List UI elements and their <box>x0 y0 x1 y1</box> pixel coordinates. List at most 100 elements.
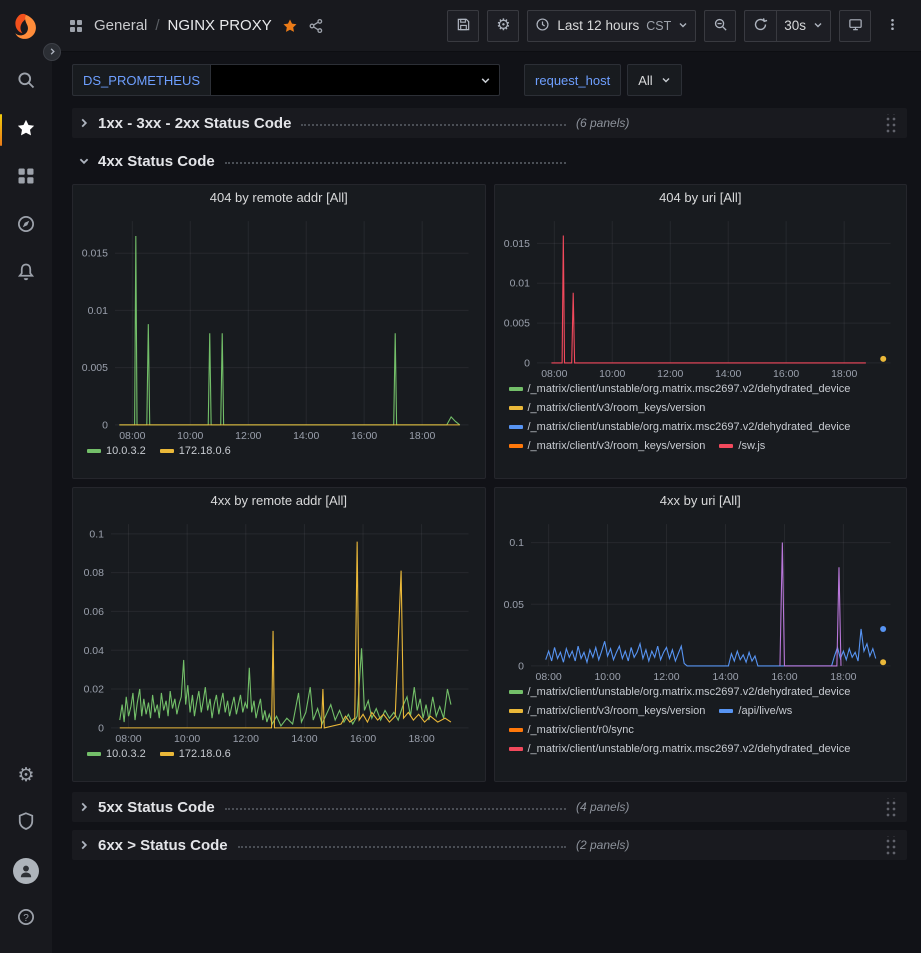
row-title-wrap: 4xx Status Code <box>98 153 576 170</box>
panel-4xx-by-uri: 4xx by uri [All] 00.050.108:0010:0012:00… <box>494 487 908 782</box>
row-title-wrap: 5xx Status Code <box>98 799 576 816</box>
sidebar-item-alerting[interactable] <box>6 250 46 298</box>
variable-label-ds-prometheus: DS_PROMETHEUS <box>72 64 210 96</box>
legend-item[interactable]: 10.0.3.2 <box>87 748 146 760</box>
legend-item[interactable]: /_matrix/client/v3/room_keys/version <box>509 440 706 452</box>
chevron-right-icon <box>78 117 98 129</box>
row-drag-handle[interactable] <box>884 114 897 133</box>
legend-series-label: 10.0.3.2 <box>106 445 146 457</box>
svg-text:0.015: 0.015 <box>82 249 108 260</box>
svg-text:12:00: 12:00 <box>657 369 683 380</box>
dashboards-breadcrumb-icon[interactable] <box>68 18 84 34</box>
topnav-actions: ⚙ Last 12 hours CST <box>447 10 905 42</box>
row-6xx[interactable]: 6xx > Status Code (2 panels) <box>72 830 907 860</box>
save-dashboard-button[interactable] <box>447 10 479 42</box>
svg-text:16:00: 16:00 <box>351 431 377 442</box>
legend-item[interactable]: /_matrix/client/unstable/org.matrix.msc2… <box>509 686 851 698</box>
dashboard-settings-button[interactable]: ⚙ <box>487 10 519 42</box>
breadcrumb-section[interactable]: General <box>94 17 147 34</box>
refresh-button[interactable] <box>744 10 776 42</box>
svg-text:12:00: 12:00 <box>233 734 259 745</box>
sidebar-item-server-admin[interactable] <box>6 799 46 847</box>
row-title-wrap: 1xx - 3xx - 2xx Status Code <box>98 115 576 132</box>
legend-series-marker <box>160 449 174 453</box>
legend-series-marker <box>509 747 523 751</box>
row-title: 1xx - 3xx - 2xx Status Code <box>98 115 291 132</box>
panel-title[interactable]: 404 by uri [All] <box>495 185 907 211</box>
legend-series-label: /_matrix/client/r0/sync <box>528 724 634 736</box>
row-title-wrap: 6xx > Status Code <box>98 837 576 854</box>
time-series-plot[interactable]: 00.0050.010.01508:0010:0012:0014:0016:00… <box>73 211 485 443</box>
dashboard-title[interactable]: NGINX PROXY <box>168 17 272 34</box>
legend-item[interactable]: 172.18.0.6 <box>160 748 231 760</box>
svg-text:08:00: 08:00 <box>541 369 567 380</box>
svg-text:10:00: 10:00 <box>594 672 620 683</box>
sidebar: ⚙ ? <box>0 0 52 953</box>
sidebar-item-configuration[interactable]: ⚙ <box>6 751 46 799</box>
panel-title[interactable]: 4xx by uri [All] <box>495 488 907 514</box>
sidebar-item-search[interactable] <box>6 58 46 106</box>
legend-item[interactable]: 172.18.0.6 <box>160 445 231 457</box>
svg-text:0.005: 0.005 <box>503 319 529 330</box>
breadcrumb-separator: / <box>155 17 159 34</box>
row-4xx[interactable]: 4xx Status Code <box>72 146 907 176</box>
legend-series-label: /_matrix/client/unstable/org.matrix.msc2… <box>528 421 851 433</box>
refresh-interval-select[interactable]: 30s <box>776 10 831 42</box>
legend-item[interactable]: 10.0.3.2 <box>87 445 146 457</box>
panel-title[interactable]: 404 by remote addr [All] <box>73 185 485 211</box>
panel-title[interactable]: 4xx by remote addr [All] <box>73 488 485 514</box>
favorite-star-icon[interactable] <box>282 18 298 34</box>
chevron-right-icon <box>48 43 57 61</box>
breadcrumb: General / NGINX PROXY <box>94 17 272 34</box>
legend-item[interactable]: /_matrix/client/unstable/org.matrix.msc2… <box>509 383 851 395</box>
svg-text:18:00: 18:00 <box>831 369 857 380</box>
svg-text:0.02: 0.02 <box>84 685 105 696</box>
time-series-plot[interactable]: 00.050.108:0010:0012:0014:0016:0018:00 <box>495 514 907 684</box>
legend-series-marker <box>509 709 523 713</box>
row-drag-handle[interactable] <box>884 798 897 817</box>
sidebar-item-explore[interactable] <box>6 202 46 250</box>
row-panel-count: (6 panels) <box>576 116 629 130</box>
sidebar-item-starred[interactable] <box>6 106 46 154</box>
time-series-plot[interactable]: 00.020.040.060.080.108:0010:0012:0014:00… <box>73 514 485 746</box>
row-panel-count: (4 panels) <box>576 800 629 814</box>
alerting-bell-icon <box>16 262 36 287</box>
legend-series-label: /api/live/ws <box>738 705 792 717</box>
leader-dots <box>238 846 566 848</box>
time-range-label: Last 12 hours <box>557 18 639 33</box>
clock-icon <box>535 17 550 35</box>
legend-series-marker <box>509 387 523 391</box>
tv-mode-button[interactable] <box>839 10 871 42</box>
svg-text:18:00: 18:00 <box>408 734 434 745</box>
legend-item[interactable]: /_matrix/client/v3/room_keys/version <box>509 705 706 717</box>
zoom-out-button[interactable] <box>704 10 736 42</box>
sidebar-item-profile[interactable] <box>6 847 46 895</box>
legend-item[interactable]: /_matrix/client/v3/room_keys/version <box>509 402 706 414</box>
dashboards-icon <box>16 166 36 191</box>
svg-text:08:00: 08:00 <box>115 734 141 745</box>
legend-series-label: /_matrix/client/v3/room_keys/version <box>528 440 706 452</box>
row-1xx-3xx-2xx[interactable]: 1xx - 3xx - 2xx Status Code (6 panels) <box>72 108 907 138</box>
more-options-button[interactable] <box>879 10 905 42</box>
chevron-down-icon <box>661 75 671 85</box>
time-series-plot[interactable]: 00.0050.010.01508:0010:0012:0014:0016:00… <box>495 211 907 381</box>
row-5xx[interactable]: 5xx Status Code (4 panels) <box>72 792 907 822</box>
svg-text:0.005: 0.005 <box>82 363 108 374</box>
sidebar-item-dashboards[interactable] <box>6 154 46 202</box>
sidebar-item-help[interactable]: ? <box>6 895 46 943</box>
sidebar-expand-button[interactable] <box>43 43 61 61</box>
svg-text:14:00: 14:00 <box>712 672 738 683</box>
time-range-picker[interactable]: Last 12 hours CST <box>527 10 696 42</box>
request-host-select[interactable]: All <box>627 64 681 96</box>
legend-item[interactable]: /api/live/ws <box>719 705 792 717</box>
variable-label-request-host: request_host <box>524 64 621 96</box>
share-icon[interactable] <box>308 18 324 34</box>
legend-item[interactable]: /_matrix/client/unstable/org.matrix.msc2… <box>509 743 851 755</box>
legend: /_matrix/client/unstable/org.matrix.msc2… <box>495 684 907 781</box>
row-drag-handle[interactable] <box>884 836 897 855</box>
legend-item[interactable]: /_matrix/client/r0/sync <box>509 724 634 736</box>
grafana-logo[interactable] <box>9 12 43 46</box>
legend-item[interactable]: /_matrix/client/unstable/org.matrix.msc2… <box>509 421 851 433</box>
datasource-select[interactable] <box>210 64 500 96</box>
legend-item[interactable]: /sw.js <box>719 440 765 452</box>
